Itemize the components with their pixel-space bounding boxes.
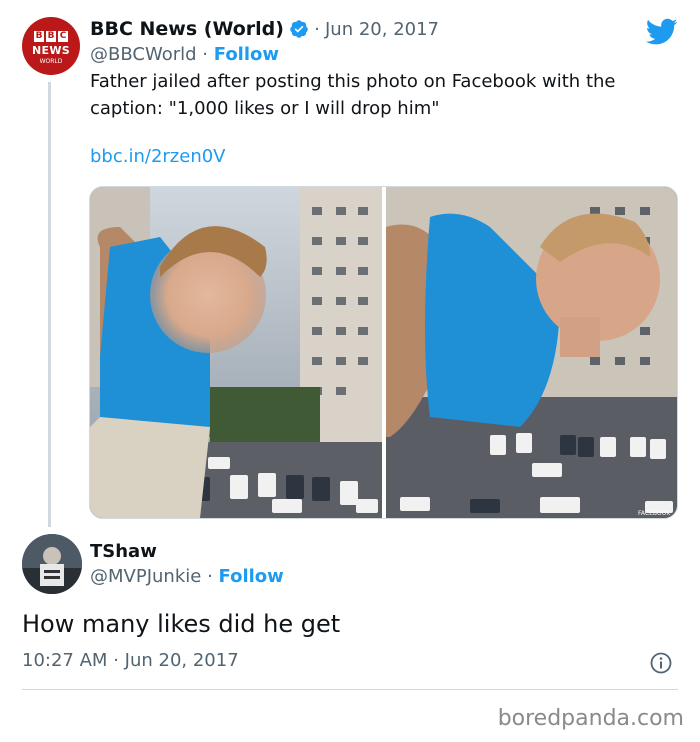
bbc-news-avatar[interactable]: B B C NEWS WORLD xyxy=(22,17,80,75)
author-handle[interactable]: @BBCWorld xyxy=(90,44,197,65)
reply-author-handle[interactable]: @MVPJunkie xyxy=(90,566,201,587)
bbc-logo-world-text: WORLD xyxy=(39,58,63,65)
bbc-logo-block: C xyxy=(58,31,68,42)
divider xyxy=(22,689,678,690)
reply-time: 10:27 AM xyxy=(22,650,108,671)
bbc-logo-block: B xyxy=(34,31,44,42)
bbc-logo-block: B xyxy=(46,31,56,42)
photo-illustration: FACEBOOK xyxy=(90,187,677,518)
tweet-photo[interactable]: FACEBOOK xyxy=(89,186,678,519)
reply-follow-button[interactable]: Follow xyxy=(219,566,284,587)
bbc-logo-news-text: NEWS xyxy=(32,44,70,57)
separator: · xyxy=(207,566,213,587)
thread-line xyxy=(48,82,51,527)
bbc-logo: B B C xyxy=(34,31,68,42)
twitter-bird-icon[interactable] xyxy=(645,18,678,50)
reply-date: Jun 20, 2017 xyxy=(124,650,239,671)
reply-author-name[interactable]: TShaw xyxy=(90,541,157,562)
reply-header: TShaw xyxy=(90,541,157,562)
author-name[interactable]: BBC News (World) xyxy=(90,18,284,40)
follow-button[interactable]: Follow xyxy=(214,44,279,65)
reply-timestamp[interactable]: 10:27 AM · Jun 20, 2017 xyxy=(22,650,239,671)
separator: · xyxy=(202,44,209,65)
separator: · xyxy=(314,19,320,40)
tweet-header: BBC News (World) · Jun 20, 2017 xyxy=(90,18,439,43)
tweet-link[interactable]: bbc.in/2rzen0V xyxy=(90,146,226,167)
verified-badge-icon xyxy=(289,19,309,43)
info-icon[interactable] xyxy=(650,652,672,678)
tweet-text: Father jailed after posting this photo o… xyxy=(90,71,616,119)
boredpanda-watermark: boredpanda.com xyxy=(497,706,684,731)
tweet-date[interactable]: Jun 20, 2017 xyxy=(325,19,439,40)
separator: · xyxy=(113,650,119,671)
tshaw-avatar[interactable] xyxy=(22,534,82,594)
photo-watermark-text: FACEBOOK xyxy=(638,510,671,517)
reply-text: How many likes did he get xyxy=(22,610,341,638)
reply-handle-row: @MVPJunkie · Follow xyxy=(90,566,284,587)
handle-row: @BBCWorld · Follow xyxy=(90,44,279,65)
